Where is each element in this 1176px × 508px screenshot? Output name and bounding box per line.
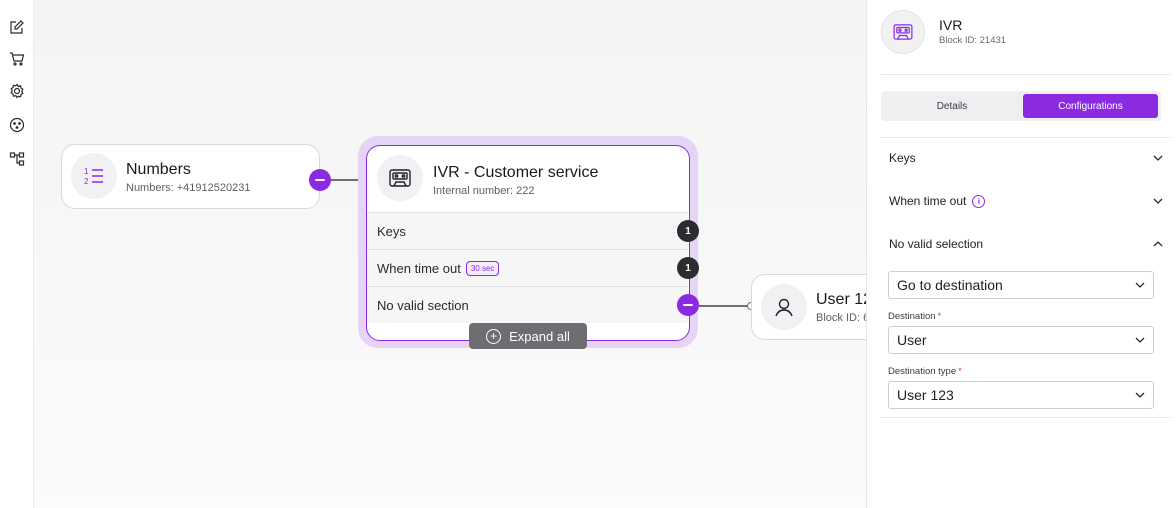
chevron-down-icon bbox=[1153, 155, 1163, 161]
ivr-row-label: No valid section bbox=[377, 297, 469, 313]
ivr-row-keys[interactable]: Keys bbox=[367, 212, 688, 249]
no-valid-collapse-button[interactable] bbox=[677, 294, 699, 316]
cart-icon[interactable] bbox=[8, 50, 26, 68]
chevron-down-icon bbox=[1135, 392, 1145, 398]
ivr-row-no-valid[interactable]: No valid section bbox=[367, 286, 688, 323]
flow-canvas[interactable]: 1 2 Numbers Numbers: +41912520231 IVR - … bbox=[34, 0, 866, 508]
connector-line bbox=[699, 305, 751, 307]
tree-structure-icon[interactable] bbox=[8, 150, 26, 168]
destination-type-label: Destination type * bbox=[888, 366, 962, 377]
user-icon bbox=[761, 284, 807, 330]
timeout-count-badge: 1 bbox=[677, 257, 699, 279]
section-no-valid[interactable]: No valid selection bbox=[881, 223, 1171, 265]
edit-icon[interactable] bbox=[8, 18, 26, 36]
plus-circle-icon: + bbox=[486, 328, 502, 344]
cassette-icon bbox=[377, 155, 423, 201]
user-node[interactable]: User 12 Block ID: 6 bbox=[751, 274, 866, 340]
gear-icon[interactable] bbox=[8, 82, 26, 100]
left-toolbar bbox=[0, 0, 34, 508]
action-select-value: Go to destination bbox=[897, 277, 1003, 293]
ivr-node-subtitle: Internal number: 222 bbox=[433, 185, 535, 197]
ivr-row-label: Keys bbox=[377, 223, 406, 239]
info-icon[interactable]: i bbox=[972, 194, 986, 208]
destination-select[interactable]: User bbox=[888, 326, 1154, 354]
expand-all-button[interactable]: + Expand all bbox=[469, 323, 587, 349]
chevron-down-icon bbox=[1135, 282, 1145, 288]
svg-text:2: 2 bbox=[84, 177, 89, 186]
chevron-down-icon bbox=[1135, 337, 1145, 343]
numbers-node-subtitle: Numbers: +41912520231 bbox=[126, 182, 251, 194]
svg-text:1: 1 bbox=[84, 167, 89, 176]
divider bbox=[881, 74, 1171, 75]
section-keys[interactable]: Keys bbox=[881, 137, 1171, 179]
chevron-down-icon bbox=[1153, 198, 1163, 204]
configuration-panel: IVR Block ID: 21431 Details Configuratio… bbox=[866, 0, 1176, 508]
expand-all-label: Expand all bbox=[509, 328, 570, 344]
tab-configurations[interactable]: Configurations bbox=[1023, 94, 1158, 118]
numbers-collapse-button[interactable] bbox=[309, 169, 331, 191]
user-node-subtitle: Block ID: 6 bbox=[816, 312, 866, 324]
section-time-out[interactable]: When time out i bbox=[881, 180, 1171, 222]
section-keys-label: Keys bbox=[889, 151, 916, 165]
section-no-valid-label: No valid selection bbox=[889, 237, 984, 251]
panel-block-id: Block ID: 21431 bbox=[939, 35, 1007, 46]
timeout-duration-tag: 30 sec bbox=[465, 260, 500, 276]
numbered-list-icon: 1 2 bbox=[71, 153, 117, 199]
divider bbox=[881, 417, 1171, 418]
chevron-up-icon bbox=[1153, 241, 1163, 247]
ivr-row-time-out[interactable]: When time out 30 sec bbox=[367, 249, 688, 286]
node-palette-icon[interactable] bbox=[8, 116, 26, 134]
action-select[interactable]: Go to destination bbox=[888, 271, 1154, 299]
numbers-node[interactable]: 1 2 Numbers Numbers: +41912520231 bbox=[61, 144, 320, 209]
ivr-node-title: IVR - Customer service bbox=[433, 164, 599, 181]
ivr-node[interactable]: IVR - Customer service Internal number: … bbox=[366, 145, 690, 341]
numbers-node-title: Numbers bbox=[126, 161, 191, 178]
tab-details[interactable]: Details bbox=[884, 94, 1020, 118]
panel-tabs: Details Configurations bbox=[881, 91, 1161, 121]
cassette-icon bbox=[881, 10, 925, 54]
panel-title: IVR bbox=[939, 17, 963, 33]
destination-type-select-value: User 123 bbox=[897, 387, 954, 403]
keys-count-badge: 1 bbox=[677, 220, 699, 242]
section-time-out-label: When time out bbox=[889, 194, 967, 208]
destination-label: Destination * bbox=[888, 311, 942, 322]
destination-select-value: User bbox=[897, 332, 927, 348]
ivr-row-label: When time out bbox=[377, 260, 461, 276]
user-node-title: User 12 bbox=[816, 291, 866, 308]
destination-type-select[interactable]: User 123 bbox=[888, 381, 1154, 409]
